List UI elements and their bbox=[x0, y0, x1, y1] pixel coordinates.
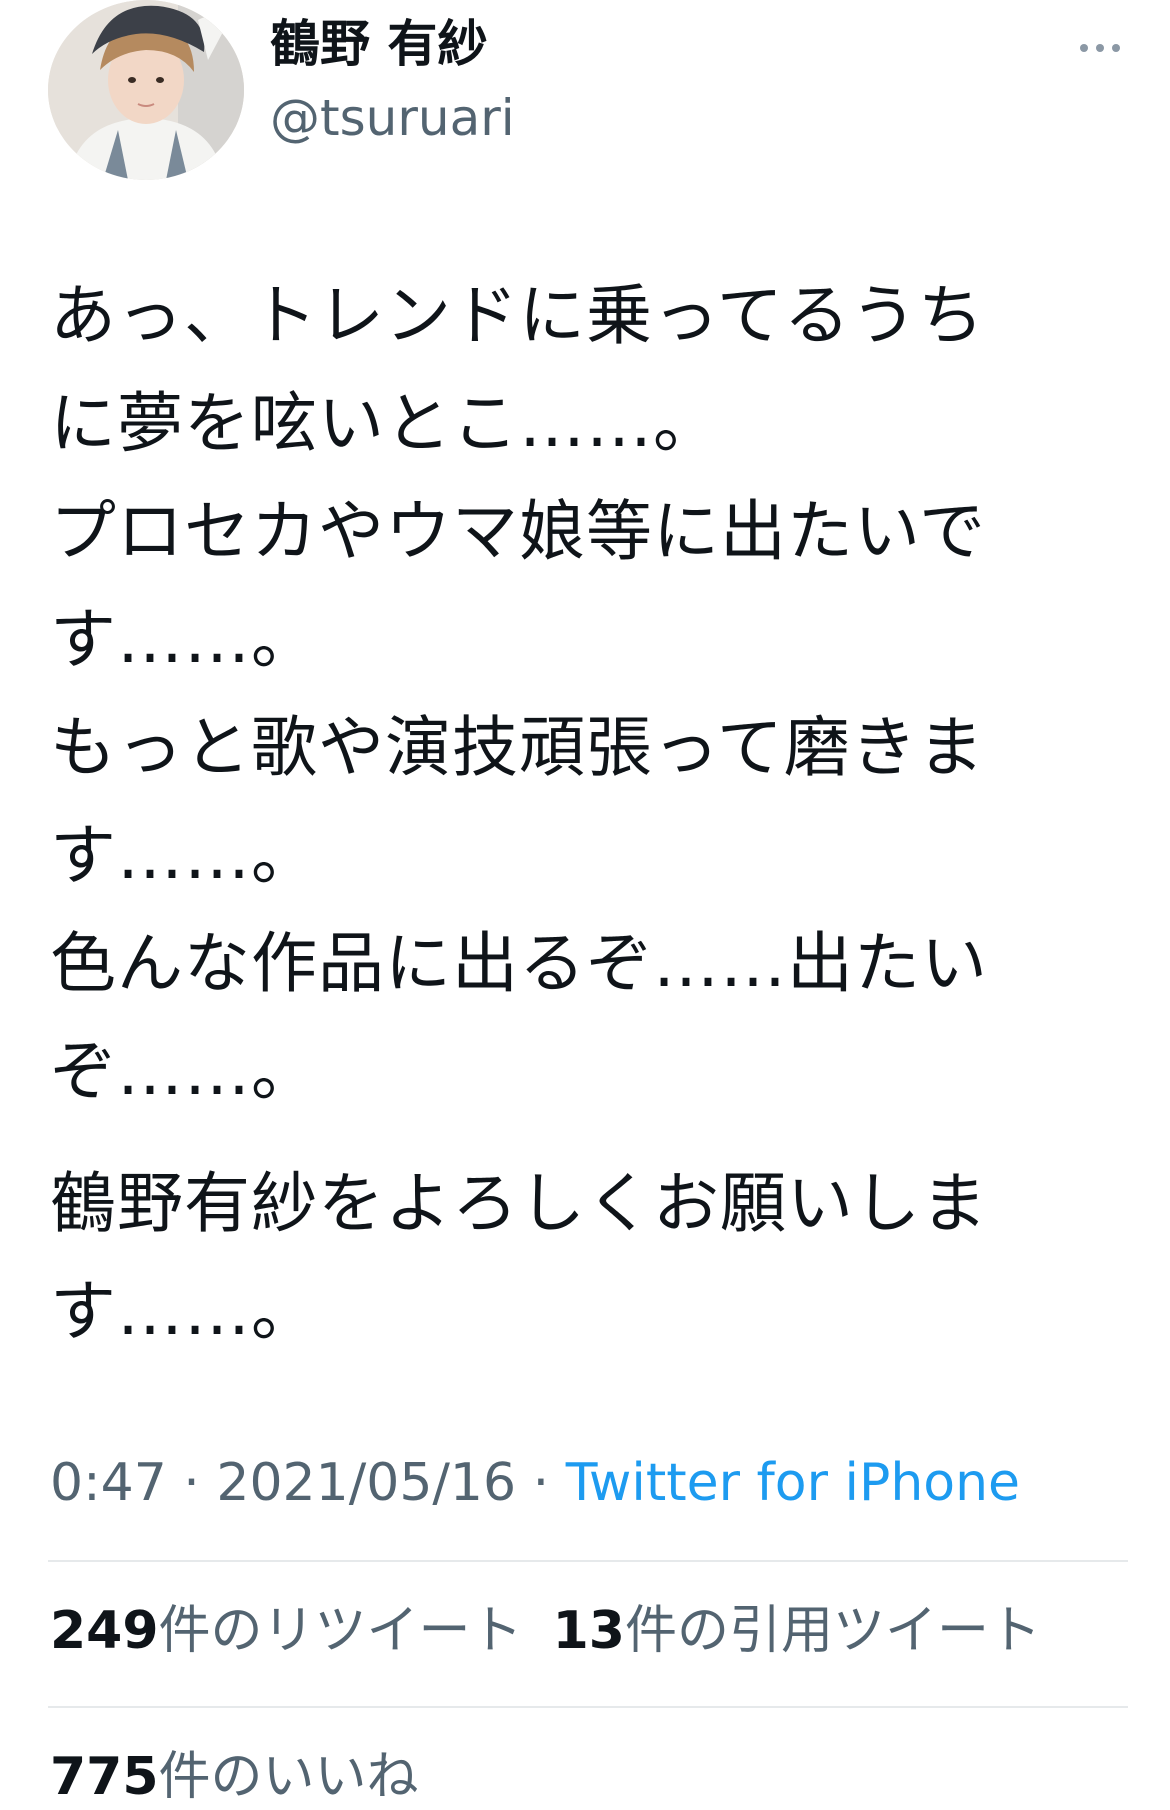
tweet-detail: 鶴野 有紗 @tsuruari あっ、トレンドに乗ってるうち に夢を呟いとこ……… bbox=[0, 0, 1170, 1807]
tweet-timestamp-row: 0:47 · 2021/05/16 · Twitter for iPhone bbox=[50, 1450, 1020, 1516]
quote-tweets-stat[interactable]: 13件の引用ツイート bbox=[553, 1598, 1041, 1664]
tweet-text: あっ、トレンドに乗ってるうち に夢を呟いとこ……。 プロセカやウマ娘等に出たいで… bbox=[50, 262, 1130, 1366]
tweet-text-line: す……。 bbox=[50, 1273, 318, 1350]
tweet-text-line: 色んな作品に出るぞ……出たい bbox=[50, 925, 988, 1002]
retweets-stat[interactable]: 249件のリツイート bbox=[50, 1598, 523, 1664]
tweet-text-line: ぞ……。 bbox=[50, 1033, 318, 1110]
retweets-label: 件のリツイート bbox=[158, 1601, 523, 1661]
likes-count: 775 bbox=[50, 1747, 159, 1807]
display-name[interactable]: 鶴野 有紗 bbox=[270, 12, 487, 76]
tweet-text-line: す……。 bbox=[50, 601, 318, 678]
tweet-text-line: 鶴野有紗をよろしくお願いしま bbox=[50, 1165, 988, 1242]
retweets-count: 249 bbox=[50, 1601, 159, 1661]
tweet-text-line: に夢を呟いとこ……。 bbox=[50, 385, 720, 462]
avatar[interactable] bbox=[48, 0, 244, 180]
tweet-source-link[interactable]: Twitter for iPhone bbox=[566, 1453, 1020, 1513]
divider bbox=[48, 1706, 1128, 1708]
likes-stat[interactable]: 775件のいいね bbox=[50, 1744, 419, 1810]
tweet-date[interactable]: 2021/05/16 bbox=[216, 1453, 516, 1513]
user-handle[interactable]: @tsuruari bbox=[270, 86, 515, 150]
likes-stats-row: 775件のいいね bbox=[50, 1744, 419, 1810]
likes-label: 件のいいね bbox=[158, 1747, 419, 1807]
tweet-header: 鶴野 有紗 @tsuruari bbox=[0, 0, 1170, 190]
tweet-stats-row: 249件のリツイート 13件の引用ツイート bbox=[50, 1598, 1041, 1664]
tweet-time[interactable]: 0:47 bbox=[50, 1453, 167, 1513]
more-horizontal-icon[interactable] bbox=[1076, 28, 1124, 68]
tweet-text-line: もっと歌や演技頑張って磨きま bbox=[50, 709, 985, 786]
meta-separator: · bbox=[166, 1453, 217, 1513]
tweet-text-line: プロセカやウマ娘等に出たいで bbox=[50, 493, 987, 570]
tweet-text-line: あっ、トレンドに乗ってるうち bbox=[50, 277, 985, 354]
tweet-text-line: す……。 bbox=[50, 817, 318, 894]
avatar-photo bbox=[48, 0, 244, 180]
divider bbox=[48, 1560, 1128, 1562]
meta-separator: · bbox=[516, 1453, 566, 1513]
quotes-label: 件の引用ツイート bbox=[624, 1601, 1041, 1661]
quotes-count: 13 bbox=[552, 1601, 625, 1661]
